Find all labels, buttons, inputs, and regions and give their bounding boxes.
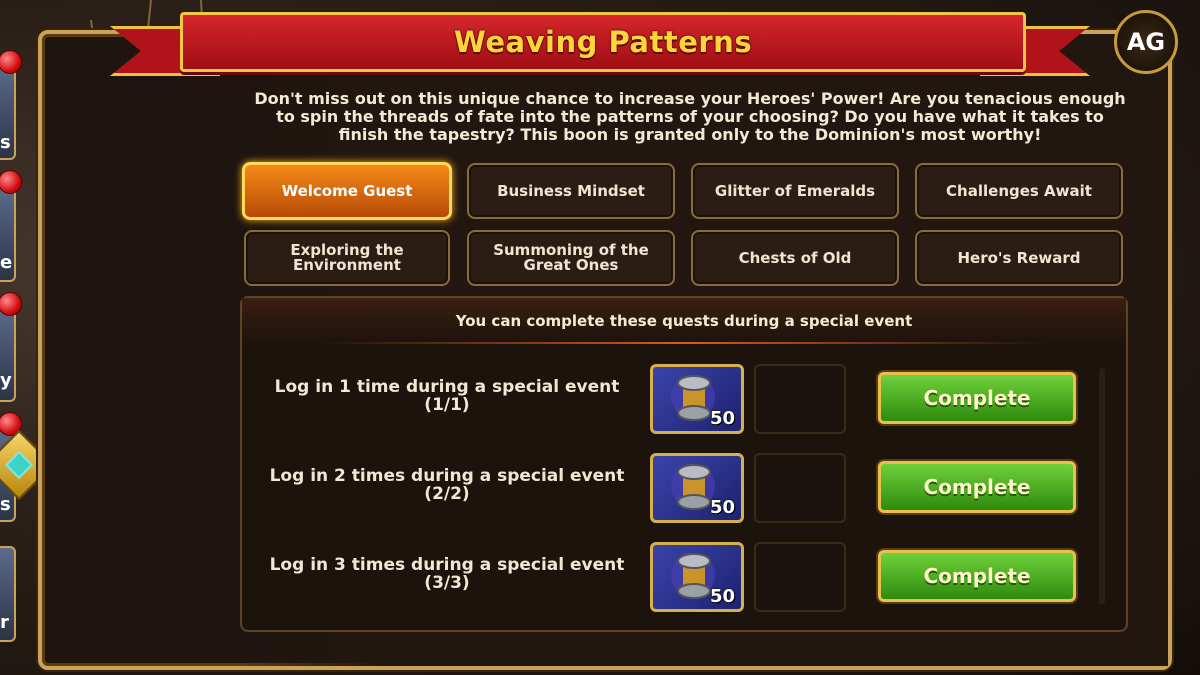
empty-reward-slot [754, 364, 846, 434]
tab-chests-of-old[interactable]: Chests of Old [691, 230, 899, 286]
tab-label: Challenges Await [946, 181, 1092, 200]
reward-item[interactable]: 50 [650, 453, 744, 523]
empty-reward-slot [754, 453, 846, 523]
tab-exploring-the-environment[interactable]: Exploring the Environment [244, 230, 450, 286]
ag-logo: AG [1114, 10, 1178, 74]
tab-label: Business Mindset [497, 181, 645, 200]
quest-description: Log in 2 times during a special event [269, 466, 625, 486]
header-divider [322, 342, 1046, 344]
side-tab-letter: s [0, 132, 11, 153]
tab-heros-reward[interactable]: Hero's Reward [915, 230, 1123, 286]
tab-label: Chests of Old [738, 248, 852, 267]
tab-glitter-of-emeralds[interactable]: Glitter of Emeralds [691, 163, 899, 219]
reward-item[interactable]: 50 [650, 542, 744, 612]
empty-reward-slot [754, 542, 846, 612]
quest-row: Log in 2 times during a special event (2… [242, 453, 1102, 525]
complete-button[interactable]: Complete [878, 550, 1076, 602]
quests-header-text: You can complete these quests during a s… [455, 312, 913, 330]
side-tab-letter: y [0, 370, 12, 391]
reward-item[interactable]: 50 [650, 364, 744, 434]
side-tab-letter: r [0, 612, 9, 633]
quests-header: You can complete these quests during a s… [242, 298, 1126, 344]
quest-progress: (1/1) [424, 395, 470, 415]
tab-label: Glitter of Emeralds [714, 181, 876, 200]
tab-label: Exploring the Environment [290, 241, 404, 274]
page-title: Weaving Patterns [453, 25, 753, 59]
quest-description: Log in 1 time during a special event [274, 377, 620, 397]
quest-row: Log in 1 time during a special event (1/… [242, 364, 1102, 436]
side-tab-letter: e [0, 252, 13, 273]
reward-count: 50 [709, 497, 735, 518]
quest-text: Log in 2 times during a special event (2… [242, 467, 652, 503]
side-tab-letter: s [0, 494, 11, 515]
logo-text: AG [1126, 28, 1166, 56]
tab-challenges-await[interactable]: Challenges Await [915, 163, 1123, 219]
complete-button[interactable]: Complete [878, 461, 1076, 513]
quest-text: Log in 1 time during a special event (1/… [242, 378, 652, 414]
tab-business-mindset[interactable]: Business Mindset [467, 163, 675, 219]
quests-box: You can complete these quests during a s… [240, 296, 1128, 632]
tab-label: Welcome Guest [281, 181, 413, 200]
tab-welcome-guest[interactable]: Welcome Guest [242, 162, 452, 220]
complete-button[interactable]: Complete [878, 372, 1076, 424]
tab-summoning-of-the-great-ones[interactable]: Summoning of the Great Ones [467, 230, 675, 286]
reward-count: 50 [709, 586, 735, 607]
event-description: Don't miss out on this unique chance to … [254, 89, 1126, 144]
quest-row: Log in 3 times during a special event (3… [242, 542, 1102, 614]
title-ribbon: Weaving Patterns [180, 12, 1026, 72]
reward-count: 50 [709, 408, 735, 429]
quest-progress: (2/2) [424, 484, 470, 504]
quest-description: Log in 3 times during a special event [269, 555, 625, 575]
quest-text: Log in 3 times during a special event (3… [242, 556, 652, 592]
quest-progress: (3/3) [424, 573, 470, 593]
tab-label: Hero's Reward [957, 248, 1081, 267]
tab-label: Summoning of the Great Ones [493, 241, 649, 274]
quests-scrollbar[interactable] [1099, 368, 1105, 604]
